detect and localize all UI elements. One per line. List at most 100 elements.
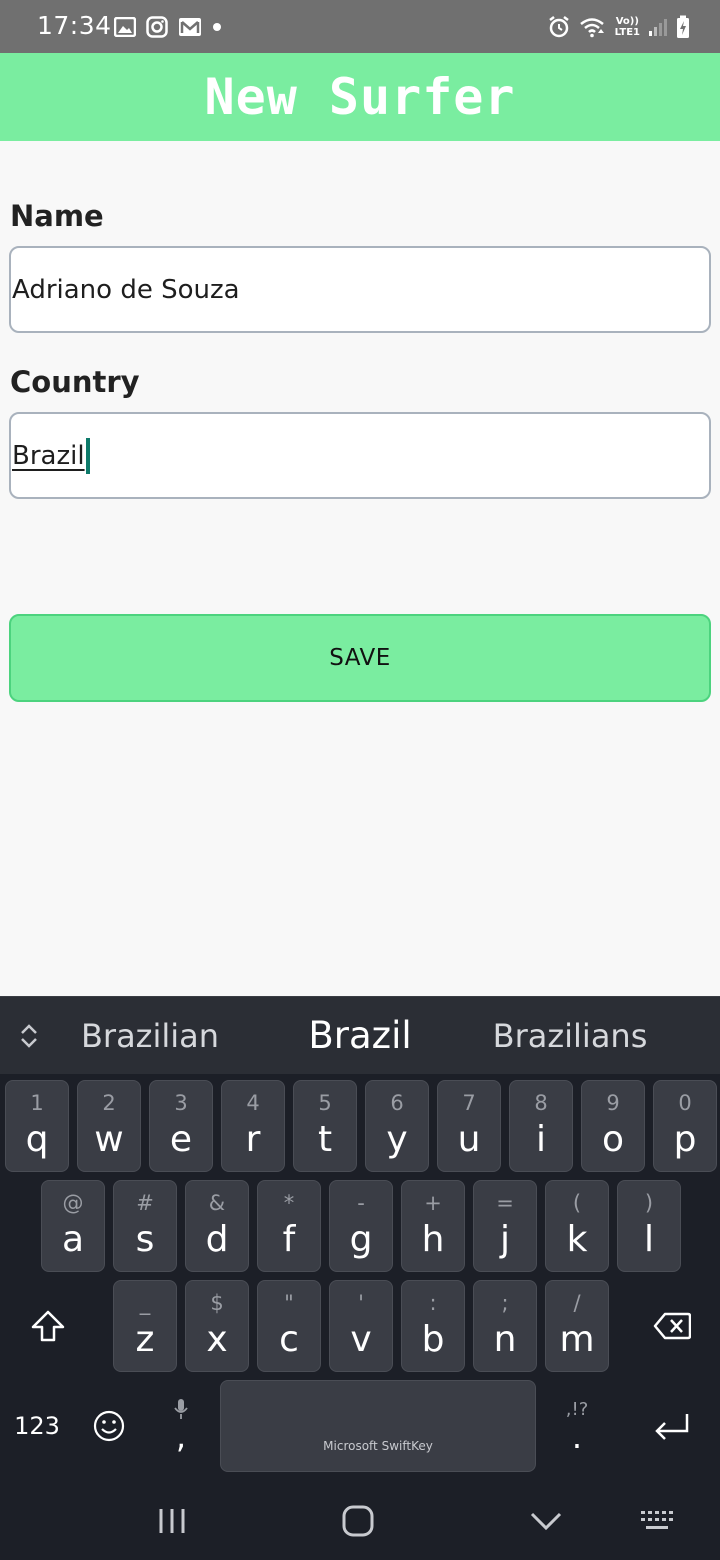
key-g[interactable]: -g — [329, 1180, 393, 1272]
instagram-icon — [146, 16, 168, 38]
key-hint: ' — [358, 1291, 364, 1315]
gallery-icon — [114, 17, 136, 37]
expand-toolbar-icon[interactable] — [18, 1023, 40, 1049]
key-hint: 0 — [678, 1091, 692, 1115]
period-label: . — [571, 1417, 583, 1456]
period-key[interactable]: ,!? . — [545, 1380, 609, 1472]
key-hint: ; — [501, 1291, 509, 1315]
signal-icon — [649, 19, 667, 36]
emoji-key[interactable] — [77, 1380, 141, 1472]
key-d[interactable]: & d — [185, 1180, 249, 1272]
key-u[interactable]: 7u — [437, 1080, 501, 1172]
key-hint: " — [284, 1291, 294, 1315]
suggestion-left[interactable]: Brazilian — [60, 997, 240, 1075]
key-label: y — [386, 1119, 408, 1160]
key-hint: # — [136, 1191, 154, 1215]
keyboard-icon — [641, 1511, 673, 1529]
key-a[interactable]: @ a — [41, 1180, 105, 1272]
key-hint: 6 — [390, 1091, 404, 1115]
key-n[interactable]: ; n — [473, 1280, 537, 1372]
key-label: o — [601, 1119, 625, 1160]
key-hint: - — [357, 1191, 365, 1215]
recents-icon — [159, 1509, 185, 1533]
text-cursor — [85, 437, 90, 474]
key-y[interactable]: 6y — [365, 1080, 429, 1172]
key-z[interactable]: _ z — [113, 1280, 177, 1372]
key-hint: $ — [210, 1291, 224, 1315]
key-label: g — [349, 1219, 373, 1260]
key-w[interactable]: 2w — [77, 1080, 141, 1172]
key-label: w — [94, 1119, 124, 1160]
comma-label: , — [175, 1418, 187, 1456]
key-label: z — [135, 1319, 155, 1360]
key-l[interactable]: ) l — [617, 1180, 681, 1272]
dot-icon — [213, 23, 221, 31]
backspace-key[interactable] — [629, 1280, 715, 1372]
home-button[interactable] — [326, 1482, 390, 1560]
wifi-icon — [579, 18, 604, 38]
suggestion-right[interactable]: Brazilians — [480, 997, 660, 1075]
save-button-label: SAVE — [329, 645, 391, 671]
key-label: i — [535, 1119, 546, 1160]
enter-key[interactable] — [629, 1380, 715, 1472]
key-label: h — [421, 1219, 445, 1260]
key-v[interactable]: ' v — [329, 1280, 393, 1372]
enter-icon — [655, 1414, 689, 1440]
key-k[interactable]: (k — [545, 1180, 609, 1272]
status-bar: 17:34 Vo)) LTE1 — [0, 0, 720, 53]
keyboard-switch-button[interactable] — [626, 1482, 690, 1560]
system-icons: Vo)) LTE1 — [547, 12, 690, 42]
key-p[interactable]: 0p — [653, 1080, 717, 1172]
name-field[interactable]: Adriano de Souza — [9, 246, 711, 333]
key-j[interactable]: = j — [473, 1180, 537, 1272]
status-time: 17:34 — [37, 11, 112, 40]
key-hint: 5 — [318, 1091, 332, 1115]
key-hint: ) — [644, 1191, 654, 1215]
key-i[interactable]: 8i — [509, 1080, 573, 1172]
space-bar-label: Microsoft SwiftKey — [323, 1439, 433, 1453]
volte-lte-icon: Vo)) LTE1 — [615, 16, 640, 38]
key-hint: 7 — [462, 1091, 476, 1115]
key-hint: 8 — [534, 1091, 548, 1115]
key-label: t — [317, 1119, 333, 1160]
key-c[interactable]: " c — [257, 1280, 321, 1372]
key-hint: @ — [62, 1191, 84, 1215]
comma-key[interactable]: , — [149, 1380, 213, 1472]
key-hint: & — [208, 1191, 226, 1215]
alarm-icon — [548, 16, 569, 38]
key-hint: = — [496, 1191, 514, 1215]
country-field[interactable]: Brazil — [9, 412, 711, 499]
emoji-icon — [93, 1410, 125, 1442]
save-button[interactable]: SAVE — [9, 614, 711, 702]
key-label: x — [206, 1319, 228, 1360]
key-hint: / — [573, 1291, 581, 1315]
key-hint: * — [283, 1191, 295, 1215]
notification-icons — [114, 14, 222, 40]
key-o[interactable]: 9o — [581, 1080, 645, 1172]
key-label: m — [559, 1319, 595, 1360]
key-label: d — [205, 1219, 229, 1260]
key-h[interactable]: + h — [401, 1180, 465, 1272]
key-t[interactable]: 5t — [293, 1080, 357, 1172]
key-label: n — [493, 1319, 517, 1360]
key-f[interactable]: * f — [257, 1180, 321, 1272]
key-hint: 3 — [174, 1091, 188, 1115]
key-e[interactable]: 3e — [149, 1080, 213, 1172]
back-button[interactable] — [514, 1482, 578, 1560]
keyboard: Brazilian Brazil Brazilians 1q 2w 3e 4r … — [0, 996, 720, 1560]
key-hint: + — [424, 1191, 442, 1215]
key-r[interactable]: 4r — [221, 1080, 285, 1172]
key-m[interactable]: / m — [545, 1280, 609, 1372]
country-field-value: Brazil — [12, 440, 85, 471]
space-bar[interactable]: Microsoft SwiftKey — [220, 1380, 536, 1472]
recents-button[interactable] — [140, 1482, 204, 1560]
numbers-key[interactable]: 123 — [5, 1380, 69, 1472]
key-q[interactable]: 1q — [5, 1080, 69, 1172]
key-s[interactable]: # s — [113, 1180, 177, 1272]
suggestion-center[interactable]: Brazil — [260, 997, 460, 1075]
key-x[interactable]: $ x — [185, 1280, 249, 1372]
key-b[interactable]: :b — [401, 1280, 465, 1372]
key-hint: 2 — [102, 1091, 116, 1115]
app-bar: New Surfer — [0, 53, 720, 141]
shift-key[interactable] — [5, 1280, 91, 1372]
